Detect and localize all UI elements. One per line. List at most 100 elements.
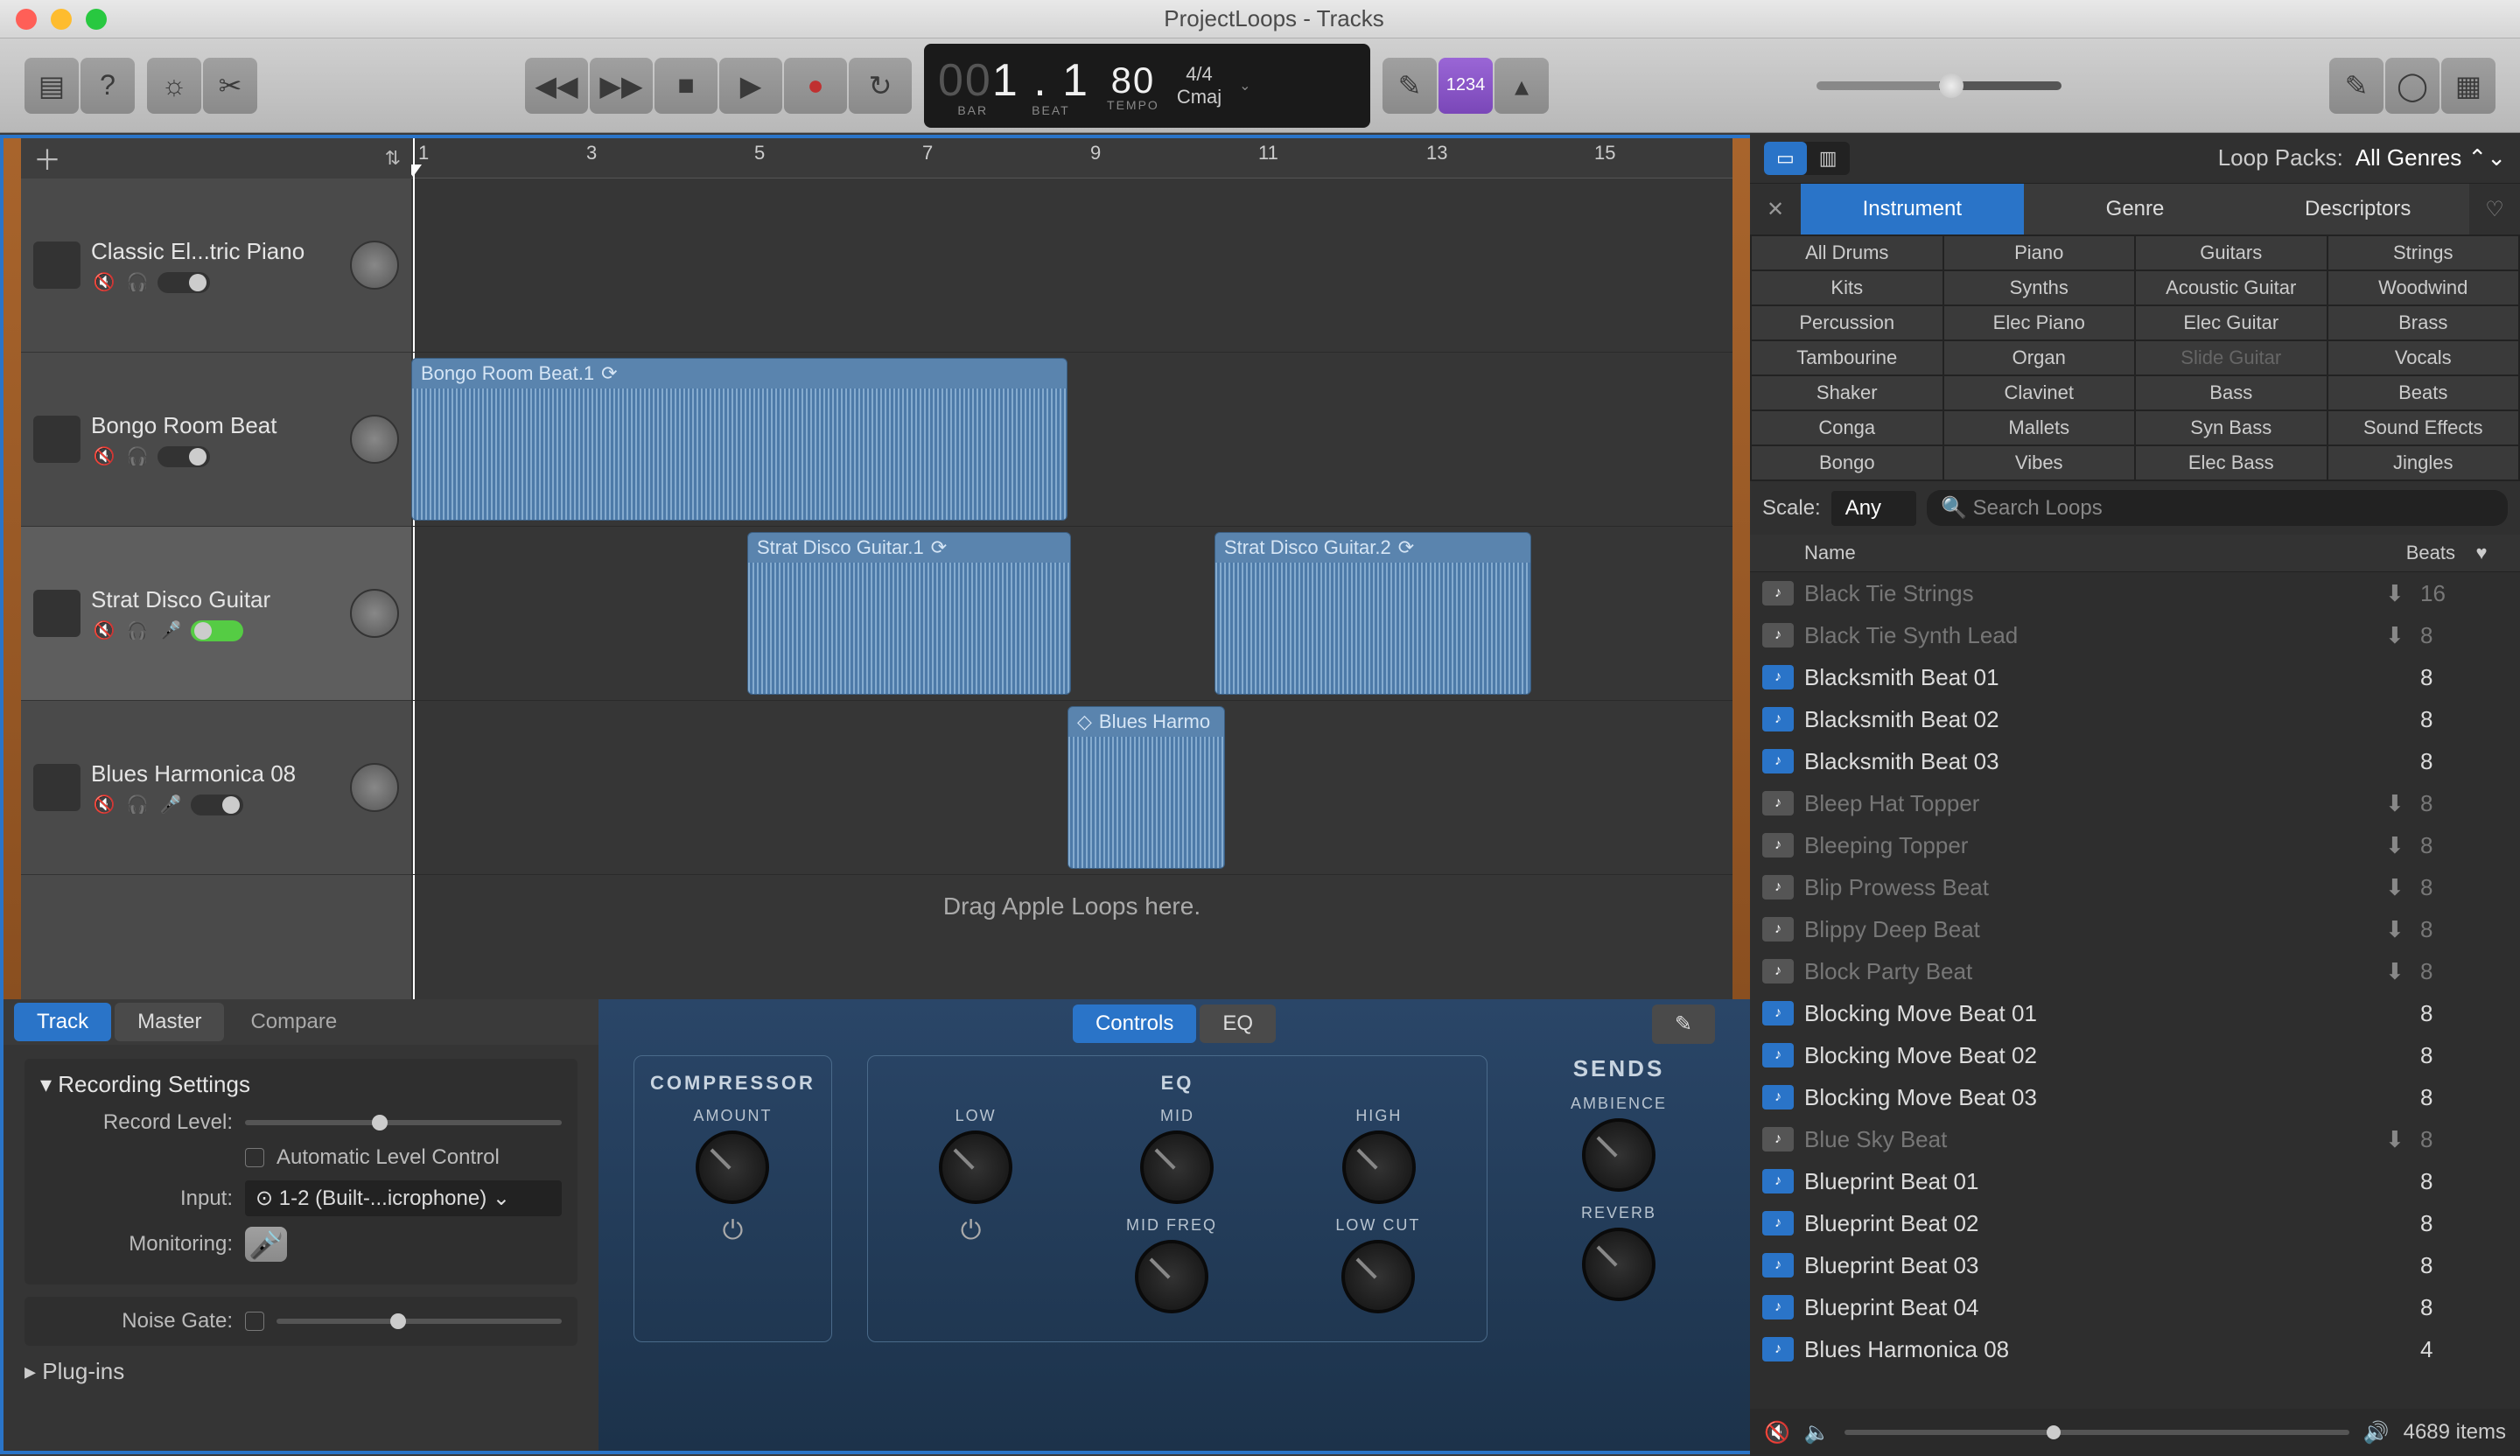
category-acoustic-guitar[interactable]: Acoustic Guitar [2136, 271, 2327, 304]
category-sound-effects[interactable]: Sound Effects [2328, 411, 2519, 444]
pan-knob[interactable] [350, 241, 399, 290]
input-select[interactable]: ⊙ 1-2 (Built-...icrophone) ⌄ [245, 1180, 562, 1216]
view-mode-seg[interactable]: ▭ ▥ [1764, 142, 1850, 175]
record-button[interactable]: ● [784, 58, 847, 114]
eq-low-knob[interactable] [939, 1130, 1012, 1204]
download-icon[interactable]: ⬇ [2385, 832, 2420, 859]
lane-3[interactable]: Strat Disco Guitar.1⟳ Strat Disco Guitar… [411, 527, 1732, 701]
download-icon[interactable]: ⬇ [2385, 790, 2420, 817]
category-vocals[interactable]: Vocals [2328, 341, 2519, 374]
category-vibes[interactable]: Vibes [1944, 446, 2135, 480]
track-instrument-icon[interactable] [33, 764, 80, 811]
loop-row[interactable]: ♪Blip Prowess Beat⬇8 [1750, 866, 2520, 908]
category-syn-bass[interactable]: Syn Bass [2136, 411, 2327, 444]
category-clavinet[interactable]: Clavinet [1944, 376, 2135, 410]
category-percussion[interactable]: Percussion [1752, 306, 1942, 340]
eq-lowcut-knob[interactable] [1341, 1240, 1415, 1313]
track-switch[interactable] [191, 620, 243, 641]
scale-select[interactable]: Any [1831, 491, 1916, 526]
record-enable-button[interactable]: 🎤 [158, 620, 184, 641]
solo-button[interactable]: 🎧 [124, 620, 150, 641]
loop-row[interactable]: ♪Bleep Hat Topper⬇8 [1750, 782, 2520, 824]
preview-volume-slider[interactable] [1844, 1430, 2349, 1435]
play-button[interactable]: ▶ [719, 58, 782, 114]
track-instrument-icon[interactable] [33, 242, 80, 289]
plugins-section[interactable]: Plug-ins [42, 1358, 124, 1384]
track-header-0[interactable]: Classic El...tric Piano🔇🎧 [21, 178, 411, 353]
region-blues[interactable]: ◇Blues Harmo [1068, 706, 1225, 869]
category-guitars[interactable]: Guitars [2136, 236, 2327, 270]
track-header-1[interactable]: Bongo Room Beat🔇🎧 [21, 353, 411, 527]
loop-row[interactable]: ♪Blueprint Beat 018 [1750, 1160, 2520, 1202]
track-switch[interactable] [158, 272, 210, 293]
lane-1[interactable] [411, 178, 1732, 353]
ambience-knob[interactable] [1582, 1118, 1656, 1192]
add-track-button[interactable]: ＋ [32, 143, 63, 174]
eq-toggle[interactable]: ⏻ [934, 1216, 1008, 1246]
mute-button[interactable]: 🔇 [91, 446, 117, 467]
category-brass[interactable]: Brass [2328, 306, 2519, 340]
solo-button[interactable]: 🎧 [124, 794, 150, 816]
button-view-icon[interactable]: ▭ [1764, 142, 1807, 175]
category-bongo[interactable]: Bongo [1752, 446, 1942, 480]
library-button[interactable]: ▤ [24, 58, 79, 114]
tab-instrument[interactable]: Instrument [1801, 184, 2024, 234]
mute-button[interactable]: 🔇 [91, 794, 117, 816]
category-conga[interactable]: Conga [1752, 411, 1942, 444]
loop-row[interactable]: ♪Blocking Move Beat 018 [1750, 992, 2520, 1034]
category-shaker[interactable]: Shaker [1752, 376, 1942, 410]
category-mallets[interactable]: Mallets [1944, 411, 2135, 444]
count-in-button[interactable]: 1234 [1438, 58, 1493, 114]
compressor-toggle[interactable]: ⏻ [650, 1216, 816, 1246]
category-elec-bass[interactable]: Elec Bass [2136, 446, 2327, 480]
media-browser-button[interactable]: ▦ [2441, 58, 2496, 114]
category-bass[interactable]: Bass [2136, 376, 2327, 410]
loop-row[interactable]: ♪Blues Harmonica 084 [1750, 1328, 2520, 1370]
tab-compare[interactable]: Compare [228, 1003, 360, 1041]
track-sort-button[interactable]: ⇅ [385, 147, 401, 170]
minimize-window[interactable] [51, 9, 72, 30]
category-strings[interactable]: Strings [2328, 236, 2519, 270]
rewind-button[interactable]: ◀◀ [525, 58, 588, 114]
download-icon[interactable]: ⬇ [2385, 580, 2420, 607]
favorites-button[interactable]: ♡ [2469, 184, 2520, 234]
tab-master[interactable]: Master [115, 1003, 224, 1041]
metronome-button[interactable]: ▴ [1494, 58, 1549, 114]
tab-eq[interactable]: EQ [1200, 1004, 1276, 1043]
zoom-window[interactable] [86, 9, 107, 30]
arrange-area[interactable]: 13579111315 Bongo Room Beat.1⟳ Strat Dis… [411, 138, 1732, 999]
lane-4[interactable]: ◇Blues Harmo [411, 701, 1732, 875]
col-favorite[interactable]: ♥ [2455, 542, 2508, 564]
category-elec-piano[interactable]: Elec Piano [1944, 306, 2135, 340]
category-tambourine[interactable]: Tambourine [1752, 341, 1942, 374]
lcd-timesig[interactable]: 4/4 [1186, 63, 1213, 86]
category-jingles[interactable]: Jingles [2328, 446, 2519, 480]
solo-button[interactable]: 🎧 [124, 446, 150, 467]
loop-row[interactable]: ♪Black Tie Strings⬇16 [1750, 572, 2520, 614]
monitoring-button[interactable]: 🎤 [245, 1227, 287, 1262]
close-window[interactable] [16, 9, 37, 30]
loop-row[interactable]: ♪Blue Sky Beat⬇8 [1750, 1118, 2520, 1160]
tuner-button[interactable]: ✎ [1382, 58, 1437, 114]
category-woodwind[interactable]: Woodwind [2328, 271, 2519, 304]
scissors-button[interactable]: ✂ [203, 58, 257, 114]
column-view-icon[interactable]: ▥ [1807, 142, 1850, 175]
cycle-button[interactable]: ↻ [849, 58, 912, 114]
category-piano[interactable]: Piano [1944, 236, 2135, 270]
record-level-slider[interactable] [245, 1120, 562, 1125]
loop-row[interactable]: ♪Blueprint Beat 028 [1750, 1202, 2520, 1244]
lcd-key[interactable]: Cmaj [1177, 86, 1222, 108]
category-elec-guitar[interactable]: Elec Guitar [2136, 306, 2327, 340]
download-icon[interactable]: ⬇ [2385, 916, 2420, 943]
loop-row[interactable]: ♪Blacksmith Beat 018 [1750, 656, 2520, 698]
region-bongo[interactable]: Bongo Room Beat.1⟳ [411, 358, 1068, 521]
category-slide-guitar[interactable]: Slide Guitar [2136, 341, 2327, 374]
reverb-knob[interactable] [1582, 1228, 1656, 1301]
pan-knob[interactable] [350, 415, 399, 464]
lcd-display[interactable]: 001 . 1 BARBEAT 80 TEMPO 4/4 Cmaj ⌄ [924, 44, 1370, 128]
master-volume-slider[interactable] [1816, 81, 2062, 90]
noise-gate-checkbox[interactable] [245, 1312, 264, 1331]
tab-genre[interactable]: Genre [2024, 184, 2247, 234]
mute-button[interactable]: 🔇 [91, 620, 117, 641]
forward-button[interactable]: ▶▶ [590, 58, 653, 114]
